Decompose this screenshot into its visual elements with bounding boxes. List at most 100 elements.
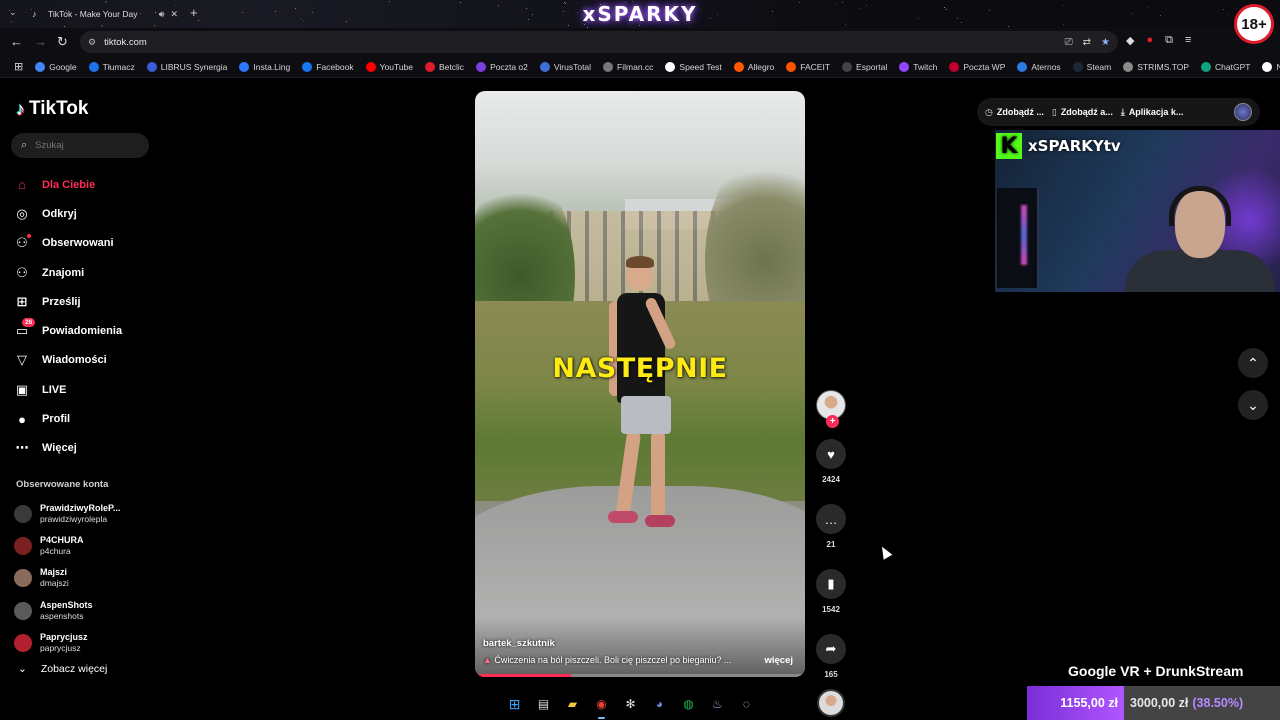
music-disc-avatar[interactable] (817, 689, 845, 717)
sidebar-item-upload[interactable]: ⊞ Prześlij (14, 287, 164, 316)
bookmark-item[interactable]: Twitch (893, 61, 943, 72)
opera-extension-icon[interactable]: ● (1146, 34, 1153, 47)
sidebar-item-profile[interactable]: ● Profil (14, 404, 164, 433)
save-button[interactable]: ▮ (816, 569, 846, 599)
steam-icon[interactable]: ♨ (708, 695, 727, 714)
video-author[interactable]: bartek_szkutnik (483, 638, 555, 649)
translate-icon[interactable]: ⇄ (1083, 37, 1091, 48)
see-more-button[interactable]: ⌄ Zobacz więcej (18, 663, 107, 675)
steelseries-icon[interactable]: ✻ (621, 695, 640, 714)
chrome-taskbar-icon[interactable]: ◉ (592, 695, 611, 719)
discord-icon[interactable]: ◕ (650, 695, 669, 714)
file-explorer-icon[interactable]: ▰ (563, 695, 582, 714)
bookmark-item[interactable]: Google (29, 61, 82, 72)
star-dot (101, 25, 103, 27)
home-icon: ⌂ (18, 177, 26, 193)
get-app-button[interactable]: ▯ Zdobądź a... (1052, 107, 1113, 118)
spotify-icon[interactable]: ◍ (679, 695, 698, 714)
url-field[interactable]: ⚙ tiktok.com ⎚ ⇄ ★ (80, 31, 1118, 53)
bookmark-item[interactable]: YouTube (360, 61, 419, 72)
stream-channel-name: xSPARKYtv (1028, 137, 1121, 155)
followed-account-row[interactable]: Majszi dmajszi (14, 562, 164, 594)
sidebar-item-inbox[interactable]: ▭ Powiadomienia 26 (14, 316, 164, 345)
bookmark-favicon-icon (1072, 61, 1083, 72)
account-avatar (14, 569, 32, 588)
video-player[interactable]: NASTĘPNIE bartek_szkutnik ▲ Ćwiczenia na… (475, 91, 805, 677)
followed-account-row[interactable]: P4CHURA p4chura (14, 530, 164, 562)
followed-account-row[interactable]: AspenShots aspenshots (14, 595, 164, 627)
bookmark-item[interactable]: Nike (1256, 61, 1280, 72)
tiktok-wordmark: TikTok (29, 98, 89, 119)
bookmark-item[interactable]: Esportal (836, 61, 893, 72)
bookmark-item[interactable]: Aternos (1011, 61, 1066, 72)
bookmark-star-icon[interactable]: ★ (1101, 37, 1110, 48)
obs-icon[interactable]: ◌ (737, 695, 756, 714)
site-info-icon[interactable]: ⚙ (88, 37, 96, 48)
extensions-puzzle-icon[interactable]: ⧉ (1165, 34, 1173, 47)
comment-button[interactable]: … (816, 504, 846, 534)
bookmark-item[interactable]: Steam (1067, 61, 1118, 72)
next-video-button[interactable]: ⌄ (1238, 390, 1268, 420)
user-avatar[interactable] (1234, 103, 1252, 121)
search-input[interactable] (35, 140, 136, 151)
media-control-icon[interactable]: ≡ (1185, 34, 1191, 47)
video-progress-bar[interactable] (475, 674, 805, 677)
sidebar-item-more[interactable]: ⋯ Więcej (14, 434, 164, 463)
sidebar-item-compass[interactable]: ◎ Odkryj (14, 199, 164, 228)
apps-grid-icon[interactable]: ⊞ (8, 60, 29, 73)
previous-video-button[interactable]: ⌃ (1238, 348, 1268, 378)
follow-plus-button[interactable]: + (826, 415, 839, 428)
bookmark-item[interactable]: Allegro (728, 61, 780, 72)
bookmark-favicon-icon (302, 61, 313, 72)
back-icon[interactable]: ← (10, 34, 23, 49)
bookmark-label: Betclic (439, 61, 465, 72)
bookmark-item[interactable]: Insta.Ling (233, 61, 296, 72)
bookmark-item[interactable]: Facebook (296, 61, 359, 72)
sidebar-item-send[interactable]: ▽ Wiadomości (14, 346, 164, 375)
bookmark-favicon-icon (899, 61, 910, 72)
sidebar-item-live[interactable]: ▣ LIVE (14, 375, 164, 404)
sidebar-item-label: Obserwowani (42, 237, 114, 250)
task-view-icon[interactable]: ▤ (534, 695, 553, 714)
live-icon: ▣ (15, 381, 29, 397)
install-app-icon[interactable]: ⎚ (1065, 37, 1073, 48)
followed-account-row[interactable]: PrawidziwyRoleP... prawidziwyrolepla (14, 498, 164, 530)
author-avatar[interactable]: + (816, 390, 846, 428)
tiktok-logo[interactable]: ♪ TikTok (16, 98, 88, 120)
bookmark-item[interactable]: FACEIT (780, 61, 836, 72)
send-icon: ▽ (17, 352, 27, 368)
bookmark-item[interactable]: Filman.cc (597, 61, 659, 72)
bookmark-item[interactable]: Poczta o2 (470, 61, 534, 72)
bookmark-item[interactable]: VirusTotal (534, 61, 597, 72)
get-app-button[interactable]: ⤓ Aplikacja k... (1121, 107, 1184, 118)
video-more-link[interactable]: więcej (764, 655, 793, 666)
bookmark-label: Google (49, 61, 77, 72)
get-app-button[interactable]: ◷ Zdobądź ... (985, 107, 1044, 118)
reload-icon[interactable]: ↻ (57, 34, 68, 50)
sidebar-item-following[interactable]: ⚇ Obserwowani (14, 229, 164, 258)
bookmark-item[interactable]: Speed Test (659, 61, 727, 72)
search-box[interactable]: ⌕ (11, 133, 149, 158)
account-names: P4CHURA p4chura (40, 535, 84, 557)
forward-icon[interactable]: → (34, 34, 47, 49)
bookmark-item[interactable]: Betclic (419, 61, 470, 72)
shield-extension-icon[interactable]: ◆ (1126, 34, 1134, 47)
sidebar-item-friends[interactable]: ⚇ Znajomi (14, 258, 164, 287)
share-button[interactable]: ➦ (816, 634, 846, 664)
windows-start-icon[interactable]: ⊞ (505, 695, 524, 714)
like-button[interactable]: ♥ (816, 439, 846, 469)
sidebar-item-home[interactable]: ⌂ Dla Ciebie (14, 170, 164, 199)
account-display-name: Majszi (40, 567, 68, 578)
new-content-dot (27, 233, 31, 238)
bookmark-item[interactable]: ChatGPT (1195, 61, 1256, 72)
video-progress-fill (475, 674, 571, 677)
bookmark-item[interactable]: LIBRUS Synergia (141, 61, 234, 72)
followed-account-row[interactable]: Paprycjusz paprycjusz (14, 627, 164, 659)
bookmarks-bar: ⊞ Google Tłumacz LIBRUS Synergia Insta.Ling… (0, 56, 1280, 78)
bookmark-item[interactable]: Tłumacz (83, 61, 141, 72)
account-display-name: AspenShots (40, 599, 93, 610)
bookmark-label: YouTube (379, 61, 414, 72)
bookmark-item[interactable]: STRIMS.TOP (1117, 61, 1195, 72)
bookmark-item[interactable]: Poczta WP (943, 61, 1011, 72)
bookmark-label: Nike (1276, 61, 1280, 72)
